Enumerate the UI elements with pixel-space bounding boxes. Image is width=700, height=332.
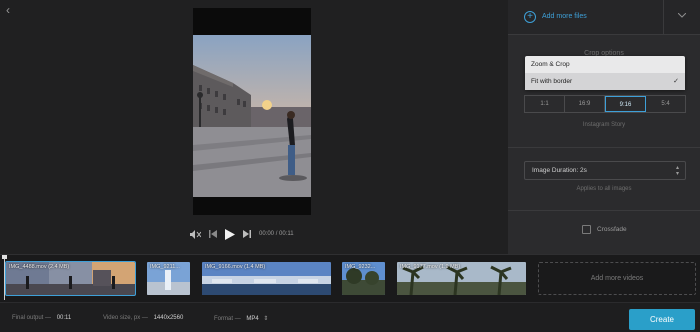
checkmark-icon: ✓ [673,78,679,85]
ratio-16-9[interactable]: 16:9 [565,96,605,112]
divider [508,147,700,148]
ratio-caption: Instagram Story [582,122,626,128]
image-duration-label: Image Duration: 2s [532,167,587,174]
crop-mode-label: Zoom & Crop [531,61,570,68]
timeline-clip[interactable]: IMG_9232... [342,262,385,295]
final-output-value: 00:11 [56,315,72,321]
clip-caption: IMG_9166.mov (1.4 MB) [205,264,266,270]
crop-mode-option-zoom[interactable]: Zoom & Crop [525,56,685,73]
time-separator: / [275,231,278,237]
crop-mode-dropdown[interactable]: Zoom & Crop Fit with border ✓ [525,56,685,90]
final-output-label: Final output [12,315,44,321]
clip-caption: IMG_9232... [345,264,376,270]
mute-icon[interactable] [190,229,201,239]
timeline: IMG_4488.mov (2.4 MB) IMG_9211... IMG_91… [0,254,700,302]
video-preview [193,8,311,215]
video-size-value: 1440x2560 [153,315,184,321]
add-files-bar: + Add more files [508,0,700,35]
play-icon[interactable] [225,228,235,240]
timeline-clip[interactable]: IMG_9166.mov (1.4 MB) [202,262,331,295]
create-button[interactable]: Create [629,309,695,330]
footer-bar: Final output — 00:11 Video size, px — 14… [0,302,700,332]
timeline-clip[interactable]: IMG_9177.mov (1.9 MB) [397,262,526,295]
add-files-plus-icon[interactable]: + [524,11,536,23]
stepper-icon: ▴ ▾ [675,165,679,177]
skip-forward-icon[interactable] [243,230,251,238]
stepper-icon: ⇕ [263,316,269,322]
time-current: 00:00 [259,231,275,237]
ratio-1-1[interactable]: 1:1 [525,96,565,112]
video-size-label: Video size, px [103,315,141,321]
playback-time: 00:00 / 00:11 [259,231,294,237]
preview-scene [193,35,311,197]
preview-frame-image [193,35,311,197]
crop-mode-label: Fit with border [531,78,573,85]
time-total: 00:11 [279,231,294,237]
clip-caption: IMG_9211... [150,264,180,270]
clip-caption: IMG_9177.mov (1.9 MB) [400,264,461,270]
separator-dash: — [45,315,52,321]
playback-controls: 00:00 / 00:11 [190,226,330,242]
timeline-clip[interactable]: IMG_9211... [147,262,190,295]
format-label: Format [214,316,234,322]
crop-mode-option-fit[interactable]: Fit with border ✓ [525,73,685,90]
add-more-videos-button[interactable]: Add more videos [538,262,696,295]
playhead[interactable] [2,255,7,300]
settings-sidebar: + Add more files Crop options Zoom & Cro… [508,0,700,254]
video-size-stat: Video size, px — 1440x2560 [103,315,183,321]
divider [508,210,700,211]
separator-dash: — [141,315,148,321]
timeline-clip[interactable]: IMG_4488.mov (2.4 MB) [5,261,136,296]
final-output-stat: Final output — 00:11 [12,315,71,321]
back-arrow-icon[interactable]: ‹ [6,4,10,16]
separator-dash: — [234,316,241,322]
clip-caption: IMG_4488.mov (2.4 MB) [9,264,70,270]
format-select[interactable]: Format — MP4 ⇕ [214,315,268,322]
preview-area: ‹ 00:00 / 00:11 [0,0,508,254]
divider [663,0,664,35]
format-value: MP4 [246,316,259,322]
crossfade-toggle[interactable]: Crossfade [582,225,627,234]
skip-back-icon[interactable] [209,230,217,238]
ratio-9-16[interactable]: 9:16 [605,96,646,112]
chevron-down-icon[interactable] [677,11,687,20]
image-duration-select[interactable]: Image Duration: 2s ▴ ▾ [524,161,686,180]
aspect-ratio-selector: 1:1 16:9 9:16 5:4 [524,95,686,113]
duration-caption: Applies to all images [576,186,632,192]
add-files-button[interactable]: Add more files [542,13,587,20]
crossfade-label: Crossfade [597,226,627,233]
crossfade-checkbox[interactable] [582,225,591,234]
ratio-5-4[interactable]: 5:4 [646,96,685,112]
